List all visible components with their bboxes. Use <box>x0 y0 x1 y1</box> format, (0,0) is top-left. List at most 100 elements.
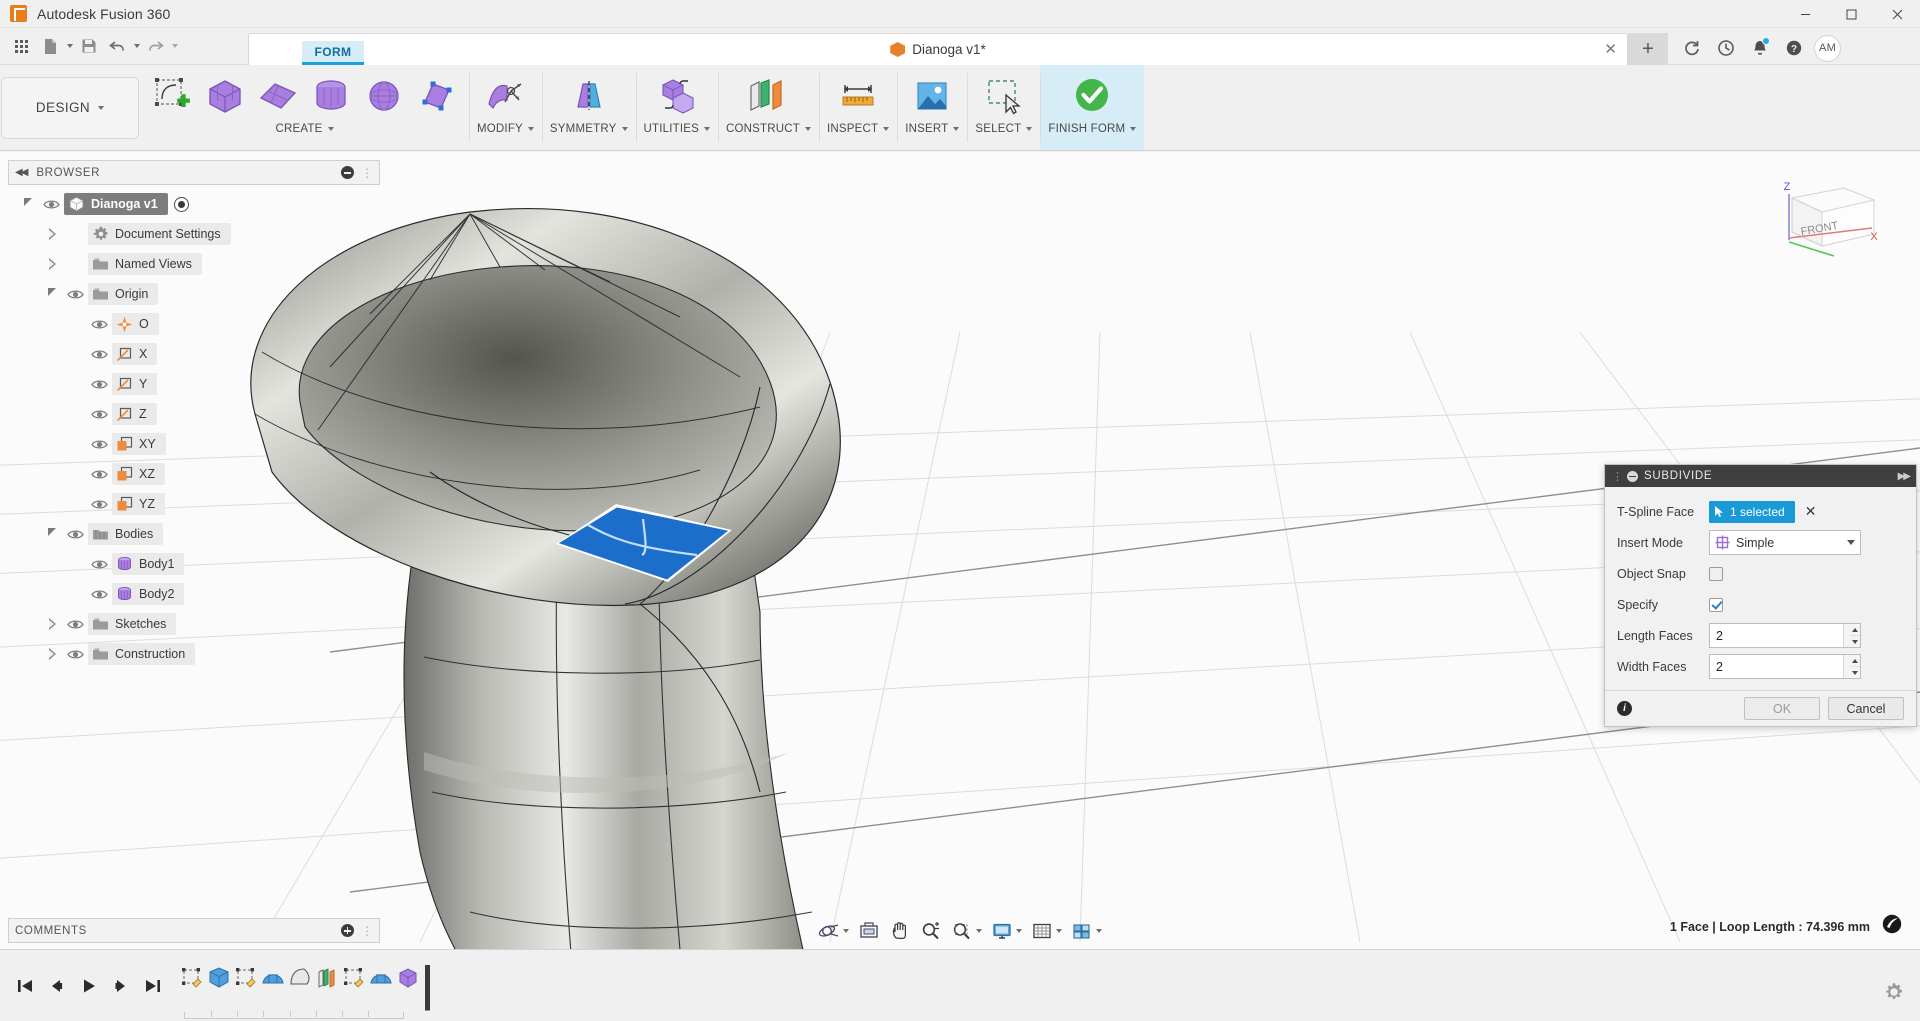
browser-tree-item[interactable]: Z <box>8 399 380 429</box>
tree-item-pill[interactable]: Sketches <box>88 613 177 635</box>
display-settings-icon[interactable] <box>988 917 1025 945</box>
orbit-icon[interactable] <box>815 917 852 945</box>
go-to-start-button[interactable] <box>14 975 36 997</box>
browser-tree-item[interactable]: Document Settings <box>8 219 380 249</box>
toggle-visibility-icon[interactable] <box>62 648 88 661</box>
insert-caret-icon[interactable] <box>953 127 960 131</box>
timeline-feature-box[interactable] <box>206 965 231 991</box>
browser-tree-item[interactable]: Body1 <box>8 549 380 579</box>
toggle-visibility-icon[interactable] <box>86 468 112 481</box>
tree-item-pill[interactable]: XY <box>112 433 166 455</box>
tree-collapse-icon[interactable] <box>42 288 62 298</box>
length-faces-increment[interactable] <box>1850 624 1860 635</box>
minimize-button[interactable] <box>1782 0 1828 28</box>
browser-tree-item[interactable]: Dianoga v1 <box>8 189 380 219</box>
grid-snaps-icon[interactable] <box>1028 917 1065 945</box>
maximize-button[interactable] <box>1828 0 1874 28</box>
zoom-window-icon[interactable] <box>948 917 985 945</box>
app-grid-icon[interactable] <box>8 33 35 60</box>
modify-caret-icon[interactable] <box>527 127 534 131</box>
width-faces-decrement[interactable] <box>1850 666 1860 678</box>
browser-tree-item[interactable]: Body2 <box>8 579 380 609</box>
tree-item-pill[interactable]: XZ <box>112 463 165 485</box>
close-tab-icon[interactable]: ✕ <box>1604 42 1617 57</box>
timeline-feature-sketch-2[interactable] <box>233 965 258 991</box>
insert-mode-dropdown[interactable]: Simple <box>1709 530 1861 555</box>
timeline-feature-sketch-1[interactable] <box>179 965 204 991</box>
subdivide-dialog-header[interactable]: ⋮ SUBDIVIDE ▶▶ <box>1605 465 1916 487</box>
step-forward-button[interactable] <box>110 975 132 997</box>
3d-viewport[interactable]: ◀◀ BROWSER ⋮ Dianoga v1 Document Settings… <box>0 152 1920 949</box>
browser-tree-item[interactable]: X <box>8 339 380 369</box>
length-faces-input[interactable]: 2 <box>1709 623 1861 648</box>
browser-header[interactable]: ◀◀ BROWSER ⋮ <box>8 160 380 185</box>
toggle-visibility-icon[interactable] <box>86 438 112 451</box>
tree-item-pill[interactable]: Construction <box>88 643 196 665</box>
toggle-visibility-icon[interactable] <box>62 288 88 301</box>
tree-item-pill[interactable]: X <box>112 343 158 365</box>
step-back-button[interactable] <box>46 975 68 997</box>
view-cube[interactable]: FRONT Z X <box>1774 170 1884 265</box>
browser-tree-item[interactable]: O <box>8 309 380 339</box>
length-faces-decrement[interactable] <box>1850 635 1860 647</box>
symmetry-mirror-icon[interactable] <box>565 72 613 120</box>
tree-item-pill[interactable]: Z <box>112 403 157 425</box>
tree-item-pill[interactable]: Bodies <box>88 523 164 545</box>
comments-resize-grip[interactable]: ⋮ <box>361 924 373 938</box>
create-face-icon[interactable] <box>413 72 461 120</box>
create-box-icon[interactable] <box>201 72 249 120</box>
clear-selection-icon[interactable]: ✕ <box>1805 503 1817 520</box>
document-tab[interactable]: Dianoga v1* ✕ <box>248 33 1628 65</box>
dialog-expand-icon[interactable]: ▶▶ <box>1898 471 1911 482</box>
tree-expand-icon[interactable] <box>42 618 62 630</box>
job-status-icon[interactable] <box>1678 34 1706 62</box>
notifications-icon[interactable] <box>1746 34 1774 62</box>
save-icon[interactable] <box>75 33 102 60</box>
zoom-icon[interactable] <box>917 917 945 945</box>
comments-panel[interactable]: COMMENTS ⋮ <box>8 918 380 943</box>
width-faces-increment[interactable] <box>1850 655 1860 666</box>
create-cylinder-icon[interactable] <box>307 72 355 120</box>
toggle-visibility-icon[interactable] <box>86 408 112 421</box>
toggle-visibility-icon[interactable] <box>86 318 112 331</box>
create-caret-icon[interactable] <box>327 127 334 131</box>
timeline-feature-sketch-3[interactable] <box>341 965 366 991</box>
ok-button[interactable]: OK <box>1744 697 1820 720</box>
tree-item-pill[interactable]: O <box>112 313 159 335</box>
timeline-feature-form-1[interactable] <box>260 965 285 991</box>
tree-collapse-icon[interactable] <box>18 198 38 208</box>
timeline-playhead[interactable] <box>425 964 430 1011</box>
browser-tree-item[interactable]: XY <box>8 429 380 459</box>
play-button[interactable] <box>78 975 100 997</box>
new-tab-button[interactable]: + <box>1628 33 1668 65</box>
toggle-visibility-icon[interactable] <box>62 618 88 631</box>
insert-image-icon[interactable] <box>908 72 956 120</box>
toggle-visibility-icon[interactable] <box>86 498 112 511</box>
collapse-browser-icon[interactable]: ◀◀ <box>15 167 28 178</box>
width-faces-stepper[interactable] <box>1843 655 1860 678</box>
tree-expand-icon[interactable] <box>42 648 62 660</box>
tree-item-pill[interactable]: Body1 <box>112 553 185 575</box>
inspect-measure-icon[interactable] <box>834 72 882 120</box>
help-icon[interactable]: ? <box>1780 34 1808 62</box>
finish-form-icon[interactable] <box>1068 72 1116 120</box>
tree-item-pill[interactable]: Origin <box>88 283 159 305</box>
utilities-convert-icon[interactable] <box>653 72 701 120</box>
timeline-feature-patch[interactable] <box>287 965 312 991</box>
toggle-visibility-icon[interactable] <box>62 528 88 541</box>
viewport-layout-icon[interactable] <box>1068 917 1105 945</box>
new-document-dropdown-caret[interactable] <box>67 44 73 48</box>
object-snap-checkbox[interactable] <box>1709 566 1723 581</box>
undo-icon[interactable] <box>104 33 131 60</box>
browser-tree-item[interactable]: Y <box>8 369 380 399</box>
dialog-collapse-icon[interactable] <box>1627 470 1638 482</box>
toggle-visibility-icon[interactable] <box>86 378 112 391</box>
tab-form[interactable]: FORM <box>302 41 364 65</box>
tree-item-pill[interactable]: Document Settings <box>88 223 231 245</box>
activate-component-radio[interactable] <box>173 196 189 212</box>
length-faces-stepper[interactable] <box>1843 624 1860 647</box>
modify-edit-form-icon[interactable] <box>481 72 529 120</box>
toggle-visibility-icon[interactable] <box>86 558 112 571</box>
browser-tree-item[interactable]: XZ <box>8 459 380 489</box>
info-icon[interactable]: i <box>1617 701 1632 716</box>
